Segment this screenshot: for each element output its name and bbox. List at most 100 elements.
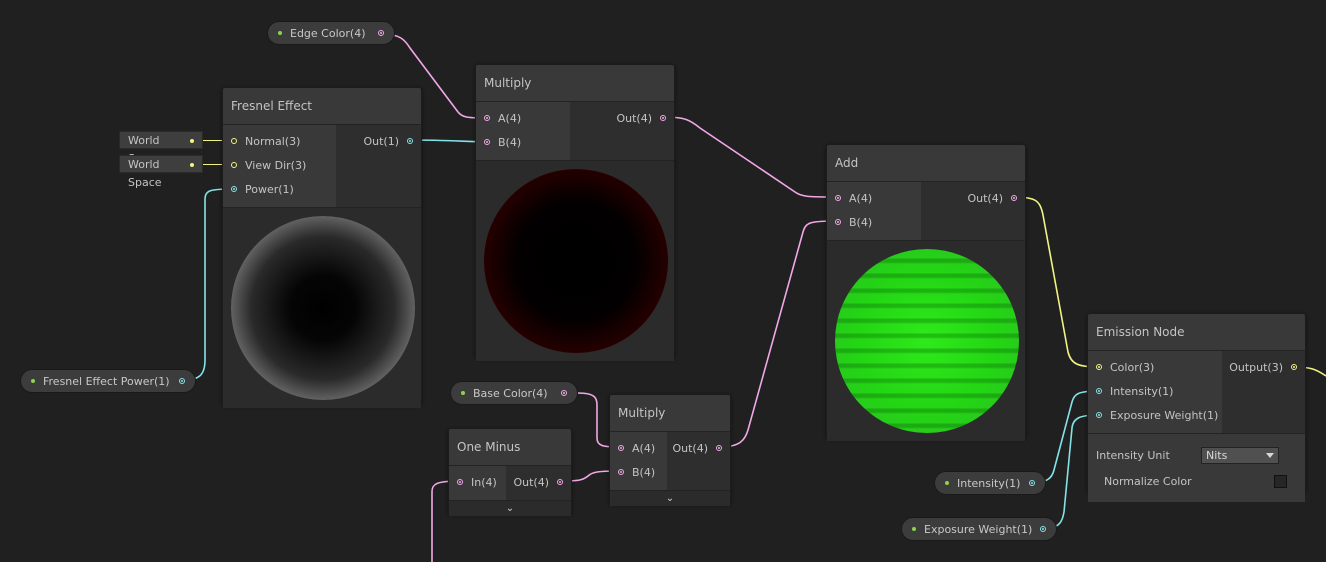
- fresnel-preview-sphere: [231, 216, 415, 400]
- intensity-label: Intensity(1): [957, 476, 1021, 490]
- multiply-bottom-output[interactable]: Out(4): [667, 436, 730, 460]
- multiply-top-node[interactable]: Multiply A(4) B(4) Out(4): [475, 64, 675, 361]
- emission-color-input[interactable]: Color(3): [1088, 355, 1222, 379]
- expand-chevron-icon[interactable]: ⌄: [610, 490, 730, 506]
- output-port[interactable]: [660, 115, 666, 121]
- port-label: In(4): [471, 475, 497, 489]
- intensity-unit-label: Intensity Unit: [1096, 448, 1170, 462]
- port-label: Out(4): [967, 191, 1003, 205]
- input-port[interactable]: [457, 479, 463, 485]
- input-port[interactable]: [231, 186, 237, 192]
- property-dot-icon: [912, 527, 916, 531]
- intensity-output-port[interactable]: [1029, 480, 1035, 486]
- add-preview: [827, 240, 1025, 441]
- port-label: Out(1): [363, 134, 399, 148]
- property-dot-icon: [945, 481, 949, 485]
- multiply-top-b-input[interactable]: B(4): [476, 130, 570, 154]
- property-dot-icon: [278, 31, 282, 35]
- fresnel-power-property[interactable]: Fresnel Effect Power(1): [20, 369, 196, 393]
- multiply-top-output[interactable]: Out(4): [570, 106, 674, 130]
- port-label: View Dir(3): [245, 158, 307, 172]
- world-space-viewdir-field[interactable]: World Space: [119, 155, 203, 189]
- input-port[interactable]: [484, 115, 490, 121]
- world-space-connector-icon: [190, 139, 194, 143]
- add-preview-sphere: [835, 249, 1019, 433]
- add-node[interactable]: Add A(4) B(4) Out(4): [826, 144, 1026, 441]
- exposure-weight-label: Exposure Weight(1): [924, 522, 1033, 536]
- port-label: A(4): [632, 441, 656, 455]
- fresnel-effect-node[interactable]: Fresnel Effect Normal(3) View Dir(3) Pow…: [222, 87, 422, 408]
- one-minus-input[interactable]: In(4): [449, 470, 506, 494]
- one-minus-output[interactable]: Out(4): [506, 470, 571, 494]
- node-title: Multiply: [610, 395, 730, 432]
- port-label: Normal(3): [245, 134, 301, 148]
- input-port[interactable]: [835, 195, 841, 201]
- node-title: Fresnel Effect: [223, 88, 421, 125]
- property-dot-icon: [31, 379, 35, 383]
- world-space-connector-icon: [190, 163, 194, 167]
- one-minus-node[interactable]: One Minus In(4) Out(4) ⌄: [448, 428, 572, 516]
- multiply-top-preview: [476, 160, 674, 361]
- fresnel-normal-input[interactable]: Normal(3): [223, 129, 336, 153]
- exposure-weight-property[interactable]: Exposure Weight(1): [901, 517, 1057, 541]
- port-label: Out(4): [672, 441, 708, 455]
- input-port[interactable]: [231, 138, 237, 144]
- intensity-unit-dropdown[interactable]: Nits: [1201, 446, 1279, 464]
- property-dot-icon: [461, 391, 465, 395]
- node-title: Add: [827, 145, 1025, 182]
- port-label: Out(4): [616, 111, 652, 125]
- add-a-input[interactable]: A(4): [827, 186, 921, 210]
- fresnel-preview: [223, 207, 421, 408]
- fresnel-power-output-port[interactable]: [179, 378, 185, 384]
- input-port[interactable]: [484, 139, 490, 145]
- multiply-bottom-b-input[interactable]: B(4): [610, 460, 667, 484]
- port-label: Output(3): [1229, 360, 1283, 374]
- port-label: Power(1): [245, 182, 294, 196]
- add-b-input[interactable]: B(4): [827, 210, 921, 234]
- input-port[interactable]: [1096, 388, 1102, 394]
- wire-multiply-to-add-a: [663, 116, 839, 198]
- input-port[interactable]: [1096, 412, 1102, 418]
- output-port[interactable]: [716, 445, 722, 451]
- exposure-weight-output-port[interactable]: [1040, 526, 1046, 532]
- multiply-bottom-node[interactable]: Multiply A(4) B(4) Out(4) ⌄: [609, 394, 731, 506]
- port-label: A(4): [849, 191, 873, 205]
- add-output[interactable]: Out(4): [921, 186, 1025, 210]
- normalize-color-checkbox[interactable]: [1274, 474, 1287, 488]
- input-port[interactable]: [1096, 364, 1102, 370]
- edge-color-label: Edge Color(4): [290, 26, 366, 40]
- base-color-output-port[interactable]: [561, 390, 567, 396]
- multiply-top-a-input[interactable]: A(4): [476, 106, 570, 130]
- base-color-property[interactable]: Base Color(4): [450, 381, 578, 405]
- intensity-property[interactable]: Intensity(1): [934, 471, 1046, 495]
- input-port[interactable]: [835, 219, 841, 225]
- port-label: Exposure Weight(1): [1110, 408, 1219, 422]
- emission-node[interactable]: Emission Node Color(3) Intensity(1) Expo…: [1087, 313, 1306, 502]
- port-label: Color(3): [1110, 360, 1155, 374]
- fresnel-viewdir-input[interactable]: View Dir(3): [223, 153, 336, 177]
- input-port[interactable]: [231, 162, 237, 168]
- emission-output[interactable]: Output(3): [1222, 355, 1305, 379]
- multiply-bottom-a-input[interactable]: A(4): [610, 436, 667, 460]
- port-label: Out(4): [513, 475, 549, 489]
- emission-exposure-input[interactable]: Exposure Weight(1): [1088, 403, 1222, 427]
- fresnel-output[interactable]: Out(1): [336, 129, 421, 153]
- expand-chevron-icon[interactable]: ⌄: [449, 500, 571, 516]
- output-port[interactable]: [407, 138, 413, 144]
- output-port[interactable]: [1291, 364, 1297, 370]
- output-port[interactable]: [1011, 195, 1017, 201]
- input-port[interactable]: [618, 469, 624, 475]
- multiply-top-preview-sphere: [484, 169, 668, 353]
- node-title: Multiply: [476, 65, 674, 102]
- port-label: Intensity(1): [1110, 384, 1174, 398]
- input-port[interactable]: [618, 445, 624, 451]
- fresnel-power-input[interactable]: Power(1): [223, 177, 336, 201]
- edge-color-property[interactable]: Edge Color(4): [267, 21, 395, 45]
- port-label: A(4): [498, 111, 522, 125]
- emission-intensity-input[interactable]: Intensity(1): [1088, 379, 1222, 403]
- edge-color-output-port[interactable]: [378, 30, 384, 36]
- world-space-normal-field[interactable]: World Space: [119, 131, 203, 165]
- output-port[interactable]: [557, 479, 563, 485]
- wire-multiply-bottom-to-add-b: [719, 220, 839, 448]
- dropdown-arrow-icon: [1266, 452, 1274, 458]
